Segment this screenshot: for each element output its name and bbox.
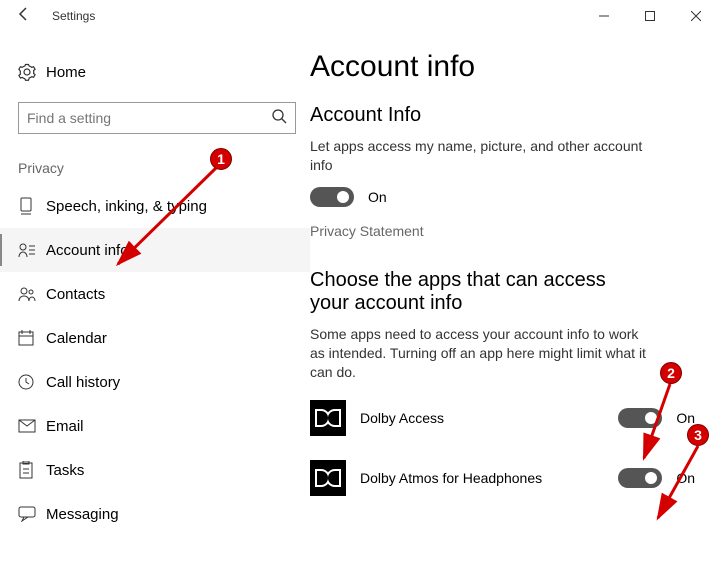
- window-title: Settings: [48, 9, 95, 23]
- app-row-dolby-access: Dolby Access On: [310, 393, 695, 443]
- minimize-button[interactable]: [581, 0, 627, 32]
- sidebar-item-label: Calendar: [46, 330, 107, 347]
- sidebar-item-label: Account info: [46, 242, 129, 259]
- account-info-toggle-state: On: [368, 189, 387, 205]
- sidebar-item-label: Contacts: [46, 286, 105, 303]
- account-info-icon: [18, 242, 46, 258]
- sidebar-item-email[interactable]: Email: [0, 404, 310, 448]
- section-heading-choose-apps: Choose the apps that can access your acc…: [310, 269, 650, 315]
- back-button[interactable]: [0, 6, 48, 27]
- close-button[interactable]: [673, 0, 719, 32]
- sidebar-nav: Speech, inking, & typing Account info Co…: [0, 184, 310, 536]
- sidebar-item-label: Call history: [46, 374, 120, 391]
- sidebar-item-tasks[interactable]: Tasks: [0, 448, 310, 492]
- dolby-access-icon: [310, 400, 346, 436]
- tasks-icon: [18, 461, 46, 479]
- sidebar-item-account-info[interactable]: Account info: [0, 228, 310, 272]
- app-toggle-dolby-atmos[interactable]: [618, 468, 662, 488]
- titlebar: Settings: [0, 0, 719, 32]
- page-title: Account info: [310, 50, 695, 84]
- home-label: Home: [46, 64, 86, 81]
- app-row-dolby-atmos: Dolby Atmos for Headphones On: [310, 453, 695, 503]
- call-history-icon: [18, 374, 46, 390]
- close-icon: [691, 11, 701, 21]
- gear-icon: [18, 63, 46, 81]
- search-input[interactable]: [27, 110, 271, 126]
- app-toggle-dolby-access[interactable]: [618, 408, 662, 428]
- speech-icon: [18, 197, 46, 215]
- contacts-icon: [18, 286, 46, 302]
- sidebar-item-calendar[interactable]: Calendar: [0, 316, 310, 360]
- annotation-badge-3: 3: [687, 424, 709, 446]
- app-toggle-state: On: [676, 470, 695, 486]
- annotation-badge-2: 2: [660, 362, 682, 384]
- email-icon: [18, 419, 46, 433]
- sidebar-item-label: Speech, inking, & typing: [46, 198, 207, 215]
- messaging-icon: [18, 506, 46, 522]
- app-toggle-state: On: [676, 410, 695, 426]
- annotation-badge-1: 1: [210, 148, 232, 170]
- sidebar-item-label: Tasks: [46, 462, 84, 479]
- section1-description: Let apps access my name, picture, and ot…: [310, 137, 650, 175]
- sidebar-item-speech[interactable]: Speech, inking, & typing: [0, 184, 310, 228]
- sidebar-group-label: Privacy: [0, 148, 310, 184]
- home-nav[interactable]: Home: [0, 54, 310, 90]
- sidebar-item-label: Messaging: [46, 506, 119, 523]
- account-info-toggle[interactable]: [310, 187, 354, 207]
- sidebar-item-contacts[interactable]: Contacts: [0, 272, 310, 316]
- app-name-label: Dolby Atmos for Headphones: [360, 470, 618, 486]
- content-pane: Account info Account Info Let apps acces…: [310, 32, 719, 562]
- dolby-atmos-icon: [310, 460, 346, 496]
- find-setting-search[interactable]: [18, 102, 296, 134]
- section2-description: Some apps need to access your account in…: [310, 325, 650, 382]
- sidebar-item-call-history[interactable]: Call history: [0, 360, 310, 404]
- sidebar-item-label: Email: [46, 418, 84, 435]
- calendar-icon: [18, 330, 46, 346]
- privacy-statement-link[interactable]: Privacy Statement: [310, 223, 695, 239]
- maximize-button[interactable]: [627, 0, 673, 32]
- minimize-icon: [599, 11, 609, 21]
- app-name-label: Dolby Access: [360, 410, 618, 426]
- maximize-icon: [645, 11, 655, 21]
- sidebar: Home Privacy Speech, inking, & typing Ac…: [0, 32, 310, 562]
- back-arrow-icon: [16, 6, 32, 22]
- sidebar-item-messaging[interactable]: Messaging: [0, 492, 310, 536]
- section-heading-account-info: Account Info: [310, 104, 695, 127]
- search-icon: [271, 108, 287, 129]
